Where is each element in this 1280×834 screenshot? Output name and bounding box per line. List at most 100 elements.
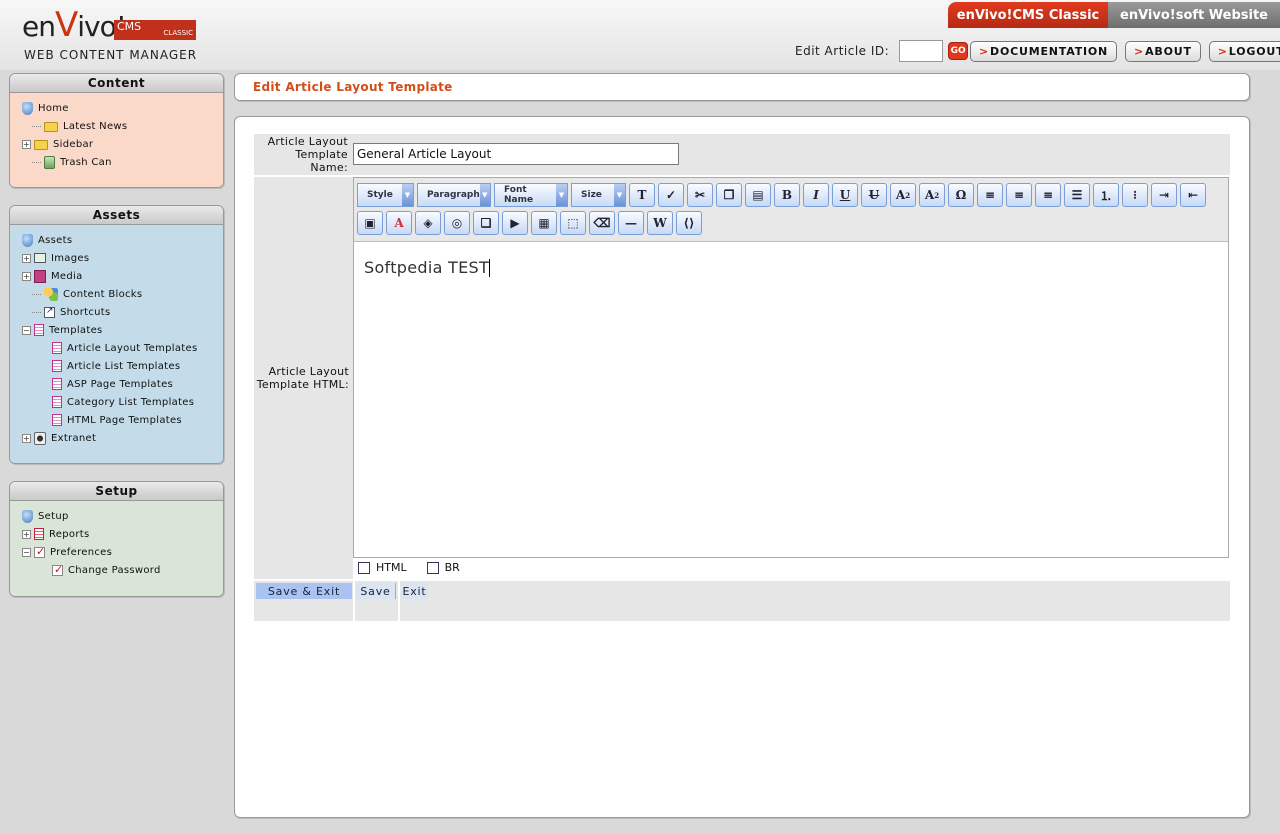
save-button[interactable]: Save <box>356 583 396 599</box>
tab-envivo-cms-classic[interactable]: enVivo!CMS Classic <box>948 2 1108 28</box>
italic-icon[interactable]: I <box>803 183 829 207</box>
template-name-label: Article Layout Template Name: <box>254 135 352 174</box>
outdent-icon[interactable]: ⇤ <box>1180 183 1206 207</box>
word-paste-icon[interactable]: W <box>647 211 673 235</box>
exit-button[interactable]: Exit <box>401 583 428 599</box>
align-right-icon[interactable]: ≡ <box>1035 183 1061 207</box>
app-header: enVivo! CMS CLASSIC WEB CONTENT MANAGER e… <box>0 0 1280 70</box>
root-node-icon <box>22 509 33 523</box>
about-button[interactable]: > ABOUT <box>1125 41 1201 62</box>
tree-item-preferences[interactable]: −Preferences <box>22 543 223 561</box>
edit-article-id-input[interactable] <box>899 40 944 62</box>
root-node-icon <box>22 233 33 247</box>
align-left-icon[interactable]: ≡ <box>977 183 1003 207</box>
tree-item-content-blocks[interactable]: Content Blocks <box>22 285 223 303</box>
chevron-down-icon: ▼ <box>614 184 625 206</box>
table-borders-icon[interactable]: ⬚ <box>560 211 586 235</box>
align-center-icon[interactable]: ≡ <box>1006 183 1032 207</box>
hyperlink-icon[interactable]: ◎ <box>444 211 470 235</box>
style-dropdown[interactable]: Style ▼ <box>357 183 414 207</box>
editor-toolbar: Style ▼ Paragraph ▼ Font Name ▼ Size ▼ T ✓ ✂… <box>354 178 1228 242</box>
template-icon <box>34 324 44 336</box>
tree-item-sidebar[interactable]: + Sidebar <box>22 135 223 153</box>
tree-item-asp-page-templates[interactable]: ASP Page Templates <box>22 375 223 393</box>
size-dropdown[interactable]: Size ▼ <box>571 183 626 207</box>
tree-item-setup[interactable]: Setup <box>22 507 223 525</box>
paste-special-icon[interactable]: ❏ <box>473 211 499 235</box>
collapse-icon[interactable]: − <box>22 325 31 335</box>
tree-item-templates[interactable]: − Templates <box>22 321 223 339</box>
edit-article-label: Edit Article ID: <box>795 44 890 58</box>
tab-envivosoft-website[interactable]: enVivo!soft Website <box>1108 2 1280 28</box>
tree-item-reports[interactable]: + Reports <box>22 525 223 543</box>
underline-icon[interactable]: U <box>832 183 858 207</box>
paste-icon[interactable]: ▤ <box>745 183 771 207</box>
justify-icon[interactable]: ☰ <box>1064 183 1090 207</box>
tree-item-latest-news[interactable]: Latest News <box>22 117 223 135</box>
tree-item-extranet[interactable]: + Extranet <box>22 429 223 447</box>
chevron-down-icon: ▼ <box>402 184 413 206</box>
arrow-icon: > <box>1217 45 1228 58</box>
save-and-exit-button[interactable]: Save & Exit <box>256 583 352 599</box>
edit-article-form: Edit Article ID: GO <box>795 40 969 62</box>
editor-content-area[interactable]: Softpedia TEST <box>354 242 1228 557</box>
code-icon[interactable]: ⟨⟩ <box>676 211 702 235</box>
insert-table-icon[interactable]: ▦ <box>531 211 557 235</box>
tree-item-html-page-templates[interactable]: HTML Page Templates <box>22 411 223 429</box>
expand-icon[interactable]: + <box>22 433 31 443</box>
br-checkbox[interactable] <box>426 561 439 574</box>
form-actions-row: Save & Exit Save Exit <box>254 581 1230 621</box>
tree-item-category-list-templates[interactable]: Category List Templates <box>22 393 223 411</box>
tree-item-home[interactable]: Home <box>22 99 223 117</box>
superscript-icon[interactable]: A2 <box>890 183 916 207</box>
subscript-icon[interactable]: A2 <box>919 183 945 207</box>
paragraph-dropdown[interactable]: Paragraph ▼ <box>417 183 491 207</box>
collapse-icon[interactable]: − <box>22 547 31 557</box>
strikethrough-icon[interactable]: U <box>861 183 887 207</box>
tree-item-article-list-templates[interactable]: Article List Templates <box>22 357 223 375</box>
go-button[interactable]: GO <box>948 42 969 60</box>
font-name-dropdown[interactable]: Font Name ▼ <box>494 183 568 207</box>
copy-icon[interactable]: ❐ <box>716 183 742 207</box>
cut-icon[interactable]: ✂ <box>687 183 713 207</box>
tree-item-images[interactable]: + Images <box>22 249 223 267</box>
documentation-button[interactable]: > DOCUMENTATION <box>970 41 1118 62</box>
html-checkbox[interactable] <box>358 561 370 574</box>
indent-icon[interactable]: ⇥ <box>1151 183 1177 207</box>
bold-icon[interactable]: B <box>774 183 800 207</box>
checkmark-icon <box>34 545 46 558</box>
br-checkbox-label: BR <box>444 561 460 574</box>
content-area: Article Layout Template Name: Article La… <box>234 116 1250 818</box>
special-character-icon[interactable]: Ω <box>948 183 974 207</box>
site-tabs: enVivo!CMS Classic enVivo!soft Website <box>948 2 1280 28</box>
expand-icon[interactable]: + <box>22 271 31 281</box>
tree-item-article-layout-templates[interactable]: Article Layout Templates <box>22 339 223 357</box>
tree-item-trash-can[interactable]: Trash Can <box>22 153 223 171</box>
template-name-input[interactable] <box>353 143 679 165</box>
template-icon <box>52 342 62 354</box>
expand-icon[interactable]: + <box>22 253 31 263</box>
tree-item-shortcuts[interactable]: Shortcuts <box>22 303 223 321</box>
insert-image-icon[interactable]: ▣ <box>357 211 383 235</box>
spellcheck-icon[interactable]: ✓ <box>658 183 684 207</box>
tree-item-assets[interactable]: Assets <box>22 231 223 249</box>
assets-panel: Assets Assets + Images + Media Content Blo… <box>9 205 224 464</box>
template-html-label: Article Layout Template HTML: <box>254 365 353 391</box>
insert-media-icon[interactable]: ▶ <box>502 211 528 235</box>
expand-icon[interactable]: + <box>22 529 31 539</box>
tree-item-media[interactable]: + Media <box>22 267 223 285</box>
eraser-icon[interactable]: ⌫ <box>589 211 615 235</box>
logout-button[interactable]: > LOGOUT <box>1208 41 1280 62</box>
font-color-icon[interactable]: A <box>386 211 412 235</box>
text-format-icon[interactable]: T <box>629 183 655 207</box>
header-nav: > DOCUMENTATION > ABOUT > LOGOUT <box>970 41 1280 62</box>
template-name-row: Article Layout Template Name: <box>254 134 1230 175</box>
tree-item-change-password[interactable]: Change Password <box>22 561 223 579</box>
assets-panel-title: Assets <box>10 206 223 225</box>
expand-icon[interactable]: + <box>22 139 31 149</box>
ordered-list-icon[interactable]: ⒈ <box>1093 183 1119 207</box>
unordered-list-icon[interactable]: ⁝ <box>1122 183 1148 207</box>
horizontal-rule-icon[interactable]: — <box>618 211 644 235</box>
arrow-icon: > <box>1134 45 1145 58</box>
highlight-color-icon[interactable]: ◈ <box>415 211 441 235</box>
